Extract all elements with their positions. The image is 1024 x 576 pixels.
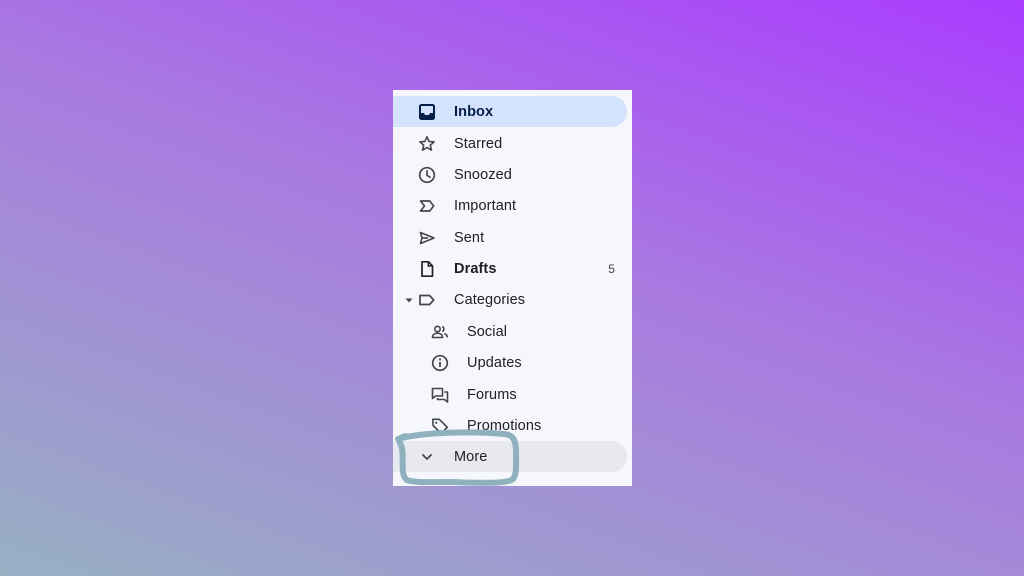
sidebar-item-label: Drafts [454,260,497,277]
sidebar-item-label: Forums [467,386,517,403]
sidebar-item-label: Starred [454,135,503,152]
tag-icon [430,416,450,436]
clock-icon [417,165,437,185]
sidebar-item-sent[interactable]: Sent [393,222,627,253]
people-icon [430,322,450,342]
info-icon [430,353,450,373]
sidebar-item-forums[interactable]: Forums [393,379,627,410]
forum-icon [430,385,450,405]
sidebar-more-button[interactable]: More [393,441,627,472]
sidebar-item-label: Categories [454,291,526,308]
drafts-count-badge: 5 [608,261,615,276]
sidebar-item-label: Updates [467,354,522,371]
sidebar-item-label: Important [454,197,517,214]
sidebar-item-categories[interactable]: Categories [393,284,627,315]
gmail-sidebar: Inbox Starred Snoozed Important Sent Dra… [393,90,632,486]
send-icon [417,228,437,248]
sidebar-item-inbox[interactable]: Inbox [393,96,627,127]
sidebar-item-starred[interactable]: Starred [393,128,627,159]
sidebar-item-drafts[interactable]: Drafts 5 [393,253,627,284]
sidebar-item-promotions[interactable]: Promotions [393,410,627,441]
sidebar-item-social[interactable]: Social [393,316,627,347]
chevron-down-icon [417,447,437,467]
star-icon [417,134,437,154]
sidebar-item-snoozed[interactable]: Snoozed [393,159,627,190]
caret-down-icon[interactable] [404,295,414,305]
sidebar-item-label: Promotions [467,417,542,434]
sidebar-item-updates[interactable]: Updates [393,347,627,378]
sidebar-item-label: Snoozed [454,166,512,183]
more-label: More [454,448,488,465]
inbox-icon [417,102,437,122]
sidebar-item-important[interactable]: Important [393,190,627,221]
sidebar-item-label: Sent [454,229,485,246]
important-icon [417,196,437,216]
label-icon [417,290,437,310]
sidebar-item-label: Social [467,323,508,340]
draft-icon [417,259,437,279]
sidebar-item-label: Inbox [454,103,494,120]
